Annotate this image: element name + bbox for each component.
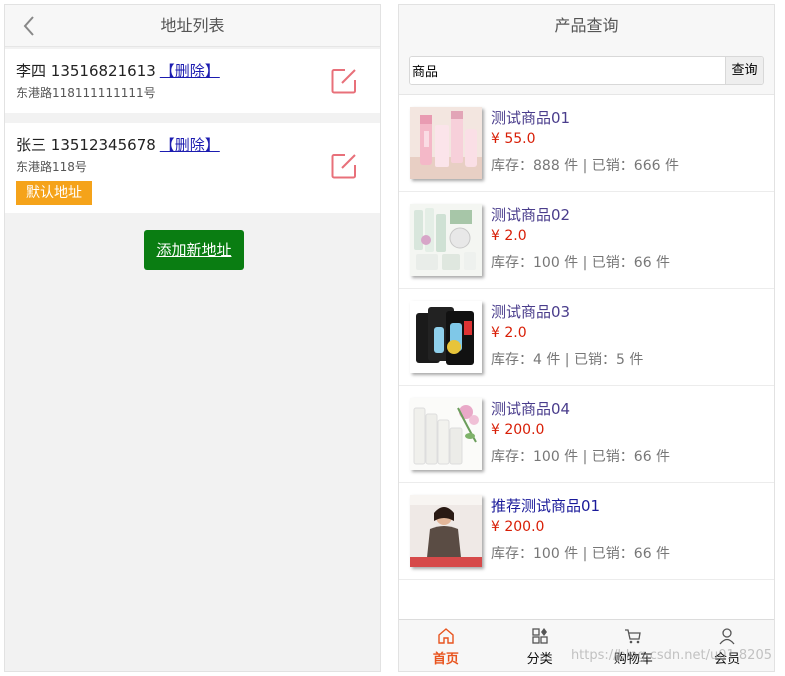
product-name: 测试商品02 xyxy=(491,206,571,224)
product-item[interactable]: 测试商品03 ¥ 2.0 库存：4 件 | 已销：5 件 xyxy=(399,289,774,386)
product-image xyxy=(410,204,482,276)
back-button[interactable] xyxy=(15,5,43,47)
product-image xyxy=(410,301,482,373)
product-stock: 库存：100 件 | 已销：66 件 xyxy=(491,546,671,562)
product-price: ¥ 200.0 xyxy=(491,422,545,438)
product-item[interactable]: 测试商品02 ¥ 2.0 库存：100 件 | 已销：66 件 xyxy=(399,192,774,289)
edit-button[interactable] xyxy=(330,67,358,95)
product-name: 测试商品01 xyxy=(491,109,571,127)
search-button[interactable]: 查询 xyxy=(725,57,763,84)
product-stock: 库存：100 件 | 已销：66 件 xyxy=(491,449,671,465)
product-stock: 库存：4 件 | 已销：5 件 xyxy=(491,352,644,368)
product-list: 测试商品01 ¥ 55.0 库存：888 件 | 已销：666 件 测试商品02… xyxy=(399,95,774,580)
delete-link[interactable]: 【删除】 xyxy=(160,136,220,154)
product-stock: 库存：888 件 | 已销：666 件 xyxy=(491,158,679,174)
delete-link[interactable]: 【删除】 xyxy=(160,62,220,80)
edit-icon xyxy=(331,69,356,94)
product-stock: 库存：100 件 | 已销：66 件 xyxy=(491,255,671,271)
address-list-screen: 地址列表 李四 13516821613 【删除】 东港路118111111111号… xyxy=(4,4,381,672)
tab-label: 首页 xyxy=(432,652,459,667)
default-address-badge: 默认地址 xyxy=(16,181,92,205)
address-name: 张三 xyxy=(16,136,47,154)
grid-icon xyxy=(531,628,548,644)
bottom-tab-bar: 首页 分类 购物车 会员 https://blog.csdn.net/u01 8… xyxy=(399,619,774,671)
address-header: 地址列表 xyxy=(5,5,380,47)
address-item[interactable]: 李四 13516821613 【删除】 东港路118111111111号 xyxy=(5,49,380,113)
tab-label: 购物车 xyxy=(613,652,653,667)
address-item[interactable]: 张三 13512345678 【删除】 东港路118号 默认地址 xyxy=(5,123,380,213)
page-title: 地址列表 xyxy=(160,16,225,35)
tab-label: 会员 xyxy=(714,652,741,667)
user-icon xyxy=(719,628,735,645)
product-price: ¥ 2.0 xyxy=(491,228,527,244)
product-image xyxy=(410,495,482,567)
product-item[interactable]: 测试商品04 ¥ 200.0 库存：100 件 | 已销：66 件 xyxy=(399,386,774,483)
tab-cart[interactable]: 购物车 xyxy=(587,620,681,671)
product-price: ¥ 2.0 xyxy=(491,325,527,341)
address-street: 东港路118111111111号 xyxy=(16,86,156,100)
home-icon xyxy=(438,628,454,644)
product-price: ¥ 200.0 xyxy=(491,519,545,535)
page-title: 产品查询 xyxy=(554,16,619,35)
product-query-screen: 产品查询 查询 测试商品01 xyxy=(398,4,775,672)
search-bar: 查询 xyxy=(399,47,774,95)
tab-member[interactable]: 会员 xyxy=(680,620,774,671)
product-item[interactable]: 推荐测试商品01 ¥ 200.0 库存：100 件 | 已销：66 件 xyxy=(399,483,774,580)
search-input[interactable] xyxy=(410,57,725,84)
edit-button[interactable] xyxy=(330,152,358,180)
add-address-button[interactable]: 添加新地址 xyxy=(144,230,244,270)
address-street: 东港路118号 xyxy=(16,160,87,174)
tab-label: 分类 xyxy=(526,652,553,667)
address-phone: 13516821613 xyxy=(50,62,156,80)
product-item[interactable]: 测试商品01 ¥ 55.0 库存：888 件 | 已销：666 件 xyxy=(399,95,774,192)
address-phone: 13512345678 xyxy=(50,136,156,154)
product-image xyxy=(410,398,482,470)
address-name: 李四 xyxy=(16,62,47,80)
cart-icon xyxy=(625,629,642,644)
product-name: 推荐测试商品01 xyxy=(491,497,601,515)
tab-category[interactable]: 分类 xyxy=(493,620,587,671)
product-header: 产品查询 xyxy=(399,5,774,47)
product-name: 测试商品04 xyxy=(491,400,571,418)
product-image xyxy=(410,107,482,179)
product-name: 测试商品03 xyxy=(491,303,571,321)
search-box: 查询 xyxy=(409,56,764,85)
product-price: ¥ 55.0 xyxy=(491,131,536,147)
tab-home[interactable]: 首页 xyxy=(399,620,493,671)
edit-icon xyxy=(331,154,356,179)
chevron-left-icon xyxy=(23,16,34,36)
